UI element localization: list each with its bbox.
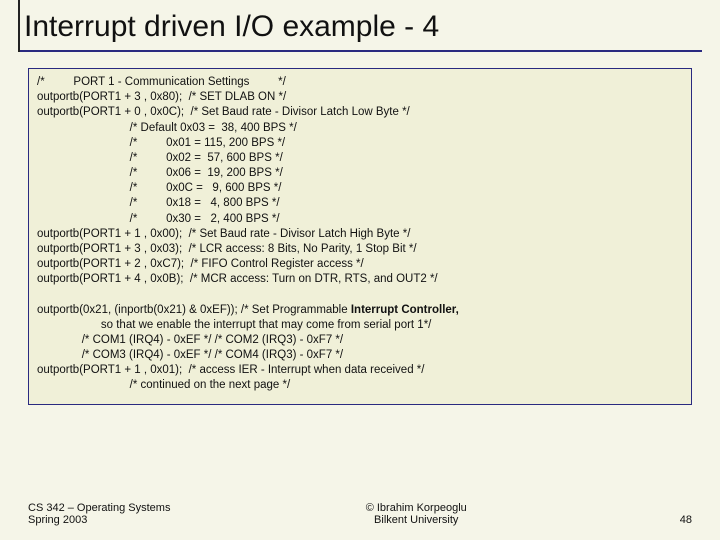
footer-university: Bilkent University xyxy=(366,514,467,526)
code-block: /* PORT 1 - Communication Settings */ ou… xyxy=(28,68,692,405)
footer-left: CS 342 – Operating Systems Spring 2003 xyxy=(28,502,170,526)
code-section-2-prefix: outportb(0x21, (inportb(0x21) & 0xEF)); … xyxy=(37,304,351,316)
code-section-1: /* PORT 1 - Communication Settings */ ou… xyxy=(37,76,438,285)
code-section-2-bold: Interrupt Controller, xyxy=(351,304,459,316)
page-number: 48 xyxy=(662,514,692,526)
footer-term: Spring 2003 xyxy=(28,514,170,526)
slide-title: Interrupt driven I/O example - 4 xyxy=(18,10,702,52)
footer: CS 342 – Operating Systems Spring 2003 ©… xyxy=(0,502,720,526)
footer-center: © Ibrahim Korpeoglu Bilkent University xyxy=(366,502,467,526)
code-section-2-rest: so that we enable the interrupt that may… xyxy=(37,319,431,392)
footer-author: © Ibrahim Korpeoglu xyxy=(366,502,467,514)
footer-course: CS 342 – Operating Systems xyxy=(28,502,170,514)
